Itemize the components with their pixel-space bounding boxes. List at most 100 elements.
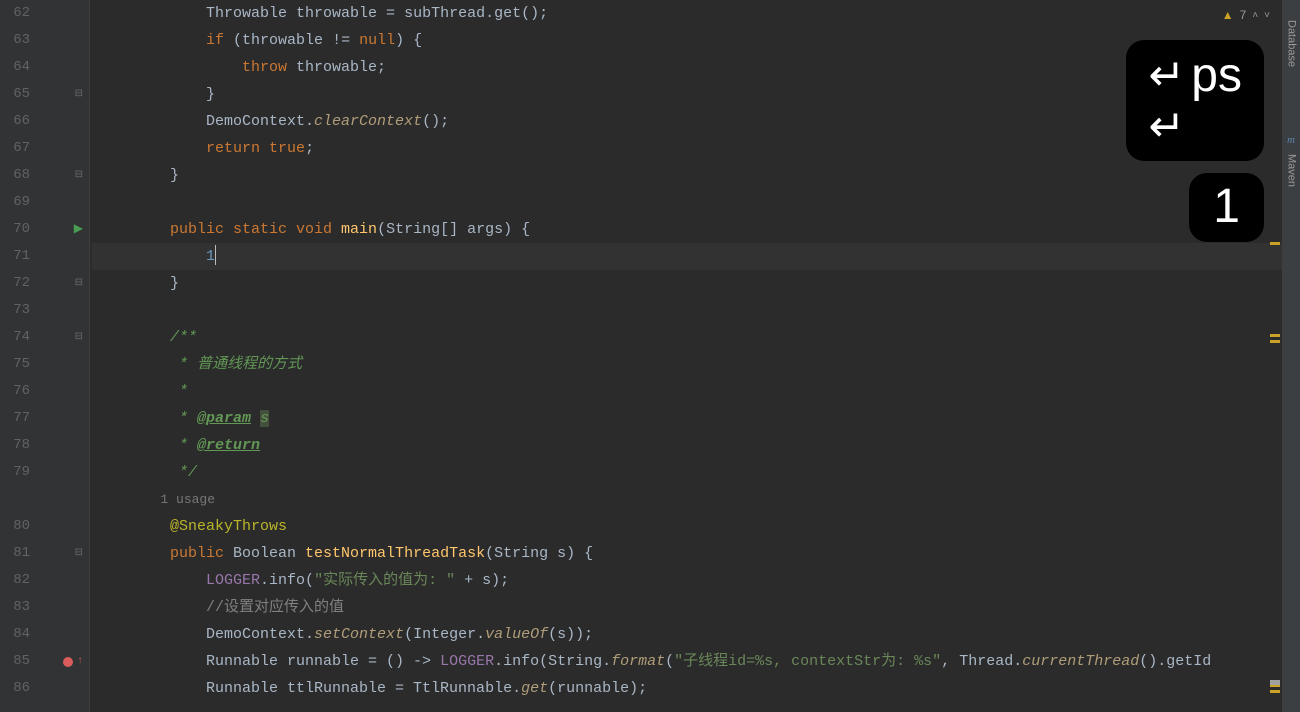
token-fld: LOGGER [206, 572, 260, 589]
code-line[interactable]: * @return [92, 432, 1300, 459]
token-plain: } [98, 86, 215, 103]
token-plain: (s)); [548, 626, 593, 643]
code-editor[interactable]: 62636465⊟666768⊟6970▶7172⊟7374⊟757677787… [0, 0, 1300, 712]
code-line[interactable]: public Boolean testNormalThreadTask(Stri… [92, 540, 1300, 567]
code-line[interactable]: /** [92, 324, 1300, 351]
stripe-mark[interactable] [1270, 334, 1280, 337]
line-number[interactable]: 66 [0, 108, 36, 135]
run-icon[interactable]: ▶ [74, 216, 83, 243]
line-number[interactable]: 65 [0, 81, 36, 108]
line-number[interactable]: 67 [0, 135, 36, 162]
line-number[interactable]: 71 [0, 243, 36, 270]
line-number[interactable]: 77 [0, 405, 36, 432]
line-number[interactable]: 85 [0, 648, 36, 675]
code-line[interactable]: throw throwable; [92, 54, 1300, 81]
line-number[interactable]: 62 [0, 0, 36, 27]
token-plain: Throwable throwable = subThread.get(); [206, 5, 548, 22]
code-line[interactable]: } [92, 270, 1300, 297]
code-area[interactable]: Throwable throwable = subThread.get(); i… [90, 0, 1300, 712]
code-line[interactable]: @SneakyThrows [92, 513, 1300, 540]
chevron-up-icon[interactable]: ˄ [1252, 2, 1258, 29]
code-line[interactable]: } [92, 162, 1300, 189]
token-plain: ) { [395, 32, 422, 49]
token-jdoc: * [179, 410, 197, 427]
code-line[interactable]: 1 usage [92, 486, 1300, 513]
line-number[interactable]: 72 [0, 270, 36, 297]
line-number[interactable]: 83 [0, 594, 36, 621]
code-line[interactable]: if (throwable != null) { [92, 27, 1300, 54]
code-line[interactable]: * 普通线程的方式 [92, 351, 1300, 378]
gutter-row: 65 ⊟ [0, 81, 89, 108]
gutter-row: 75 [0, 351, 89, 378]
stripe-mark[interactable] [1270, 340, 1280, 343]
code-line[interactable]: * @param s [92, 405, 1300, 432]
code-line[interactable]: * [92, 378, 1300, 405]
line-number[interactable]: 74 [0, 324, 36, 351]
gutter-icons: ▶ [36, 216, 89, 243]
code-line[interactable]: //设置对应传入的值 [92, 594, 1300, 621]
code-line[interactable]: 1 [92, 243, 1300, 270]
keystroke-box: ↵ ps ↵ [1126, 40, 1264, 161]
token-plain: Boolean [224, 545, 305, 562]
line-number[interactable]: 63 [0, 27, 36, 54]
code-line[interactable]: */ [92, 459, 1300, 486]
gutter-row: 74 ⊟ [0, 324, 89, 351]
token-plain: (String[] args) { [377, 221, 530, 238]
text-caret [215, 245, 216, 265]
token-s: "子线程id=%s, contextStr为: %s" [674, 653, 941, 670]
code-line[interactable]: LOGGER.info("实际传入的值为: " + s); [92, 567, 1300, 594]
line-number[interactable]: 80 [0, 513, 36, 540]
line-number[interactable]: 75 [0, 351, 36, 378]
line-number[interactable]: 64 [0, 54, 36, 81]
line-number[interactable]: 78 [0, 432, 36, 459]
code-line[interactable]: Throwable throwable = subThread.get(); [92, 0, 1300, 27]
code-line[interactable]: DemoContext.clearContext(); [92, 108, 1300, 135]
token-plain [98, 356, 179, 373]
keystroke-count-box: 1 [1189, 173, 1264, 242]
gutter-icons: ⊟ [36, 324, 89, 351]
line-number[interactable]: 86 [0, 675, 36, 702]
inspection-widget[interactable]: ▲ 7 ˄ ˅ [1222, 2, 1270, 29]
fold-icon[interactable]: ⊟ [75, 81, 83, 108]
gutter-row: 81 ⊟ [0, 540, 89, 567]
fold-icon[interactable]: ⊟ [75, 540, 83, 567]
code-line[interactable]: public static void main(String[] args) { [92, 216, 1300, 243]
code-line[interactable] [92, 297, 1300, 324]
code-line[interactable]: DemoContext.setContext(Integer.valueOf(s… [92, 621, 1300, 648]
code-line[interactable]: } [92, 81, 1300, 108]
code-line[interactable]: Runnable runnable = () -> LOGGER.info(St… [92, 648, 1300, 675]
token-mi: setContext [314, 626, 404, 643]
fold-icon[interactable]: ⊟ [75, 270, 83, 297]
token-mi: valueOf [485, 626, 548, 643]
fold-icon[interactable]: ⊟ [75, 162, 83, 189]
stripe-mark[interactable] [1270, 690, 1280, 693]
token-plain [98, 572, 206, 589]
line-number[interactable]: 69 [0, 189, 36, 216]
line-number[interactable]: 81 [0, 540, 36, 567]
gutter-row: 73 [0, 297, 89, 324]
token-jdoc-tag: @param [197, 410, 251, 427]
stripe-mark[interactable] [1270, 242, 1280, 245]
line-number[interactable]: 68 [0, 162, 36, 189]
error-stripe[interactable] [1268, 0, 1282, 712]
token-plain: } [98, 167, 179, 184]
line-number[interactable]: 79 [0, 459, 36, 486]
code-line[interactable] [92, 189, 1300, 216]
token-anno: @SneakyThrows [170, 518, 287, 535]
code-line[interactable]: return true; [92, 135, 1300, 162]
token-plain [98, 599, 206, 616]
breakpoint-icon[interactable] [63, 657, 73, 667]
line-number[interactable]: 76 [0, 378, 36, 405]
line-number[interactable]: 73 [0, 297, 36, 324]
code-line[interactable]: Runnable ttlRunnable = TtlRunnable.get(r… [92, 675, 1300, 702]
token-mi: currentThread [1022, 653, 1139, 670]
line-number[interactable]: 84 [0, 621, 36, 648]
fold-icon[interactable]: ⊟ [75, 324, 83, 351]
gutter-icons: ⊟ [36, 162, 89, 189]
line-number[interactable]: 82 [0, 567, 36, 594]
line-number[interactable]: 70 [0, 216, 36, 243]
stripe-caret-mark[interactable] [1270, 680, 1280, 685]
token-k: if [206, 32, 224, 49]
token-plain: .info( [260, 572, 314, 589]
token-plain: Runnable runnable = () -> [98, 653, 440, 670]
